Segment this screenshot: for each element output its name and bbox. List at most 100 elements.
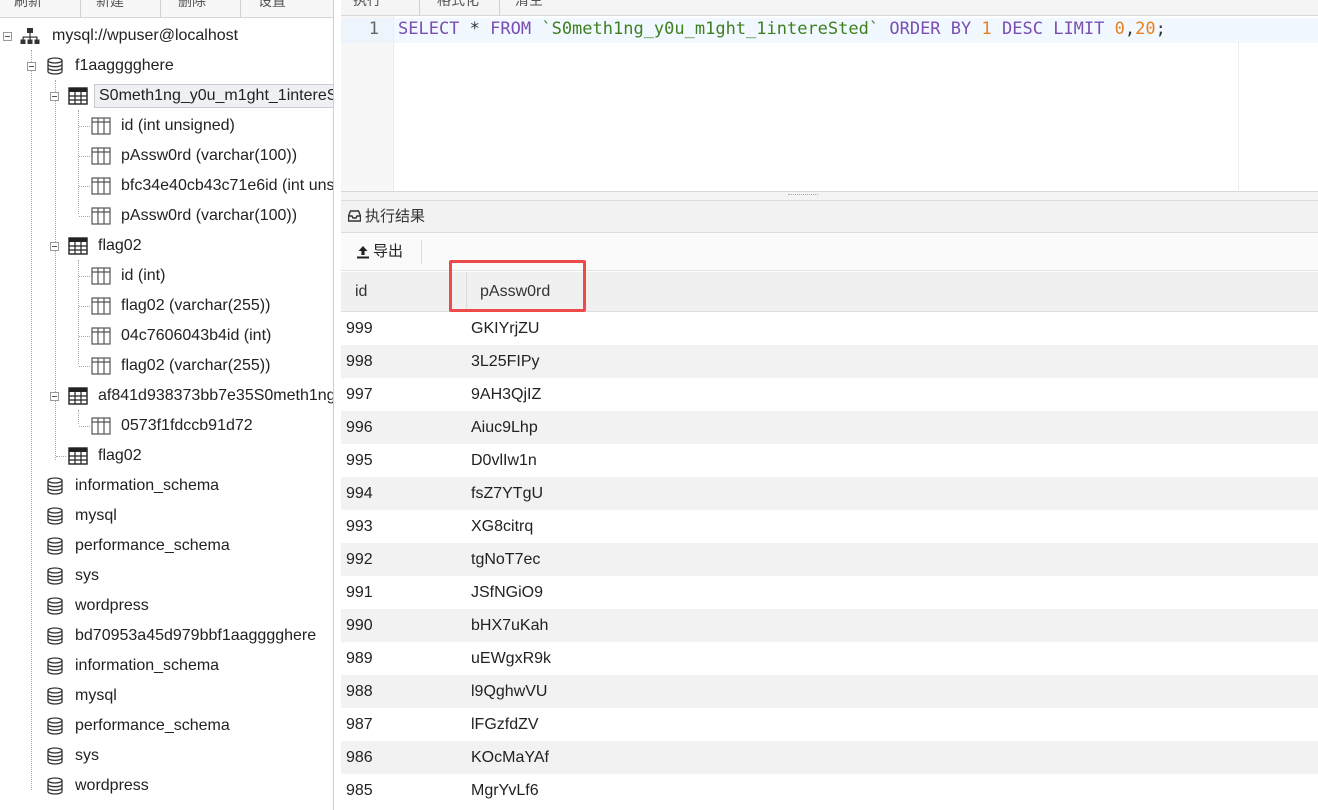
table-row[interactable]: 992 tgNoT7ec bbox=[341, 543, 1318, 576]
tree-node-database[interactable]: performance_schema bbox=[0, 531, 333, 561]
tree-node-column[interactable]: 0573f1fdccb91d72 bbox=[0, 411, 333, 441]
tree-node-database[interactable]: mysql bbox=[0, 501, 333, 531]
column-icon bbox=[91, 117, 111, 135]
collapse-icon[interactable] bbox=[3, 32, 12, 41]
collapse-icon[interactable] bbox=[27, 62, 36, 71]
column-label: id (int) bbox=[121, 267, 166, 284]
table-row[interactable]: 988 l9QghwVU bbox=[341, 675, 1318, 708]
new-button[interactable]: 新建 bbox=[96, 0, 124, 11]
collapse-icon[interactable] bbox=[50, 392, 59, 401]
tree-node-database[interactable]: information_schema bbox=[0, 471, 333, 501]
new-label: 新建 bbox=[96, 0, 124, 9]
table-row[interactable]: 987 lFGzfdZV bbox=[341, 708, 1318, 741]
database-label: mysql bbox=[75, 507, 117, 524]
cell-id: 992 bbox=[346, 551, 373, 568]
splitter-grip-icon[interactable] bbox=[788, 194, 818, 195]
sql-editor[interactable]: 执行 格式化 清空 1 SELECT * FROM `S0meth1ng_y0u… bbox=[341, 0, 1318, 192]
tree-node-database[interactable]: bd70953a45d979bbf1aagggghere bbox=[0, 621, 333, 651]
tree-node-column[interactable]: id (int unsigned) bbox=[0, 111, 333, 141]
cell-id: 993 bbox=[346, 518, 373, 535]
cell-password: D0vlIw1n bbox=[471, 452, 537, 469]
tree-node-table[interactable]: flag02 bbox=[0, 231, 333, 261]
table-row[interactable]: 994 fsZ7YTgU bbox=[341, 477, 1318, 510]
column-icon bbox=[91, 327, 111, 345]
tree-node-database[interactable]: sys bbox=[0, 741, 333, 771]
toolbar-divider bbox=[80, 0, 81, 17]
cell-password: Aiuc9Lhp bbox=[471, 419, 538, 436]
refresh-button[interactable]: 刷新 bbox=[14, 0, 42, 11]
tree-node-database[interactable]: wordpress bbox=[0, 771, 333, 801]
tree-node-column[interactable]: 04c7606043b4id (int) bbox=[0, 321, 333, 351]
table-row[interactable]: 990 bHX7uKah bbox=[341, 609, 1318, 642]
tree-node-database[interactable]: performance_schema bbox=[0, 711, 333, 741]
table-row[interactable]: 993 XG8citrq bbox=[341, 510, 1318, 543]
column-icon bbox=[91, 177, 111, 195]
execute-button[interactable]: 执行 bbox=[353, 0, 381, 10]
tree-node-column[interactable]: id (int) bbox=[0, 261, 333, 291]
tree-node-table[interactable]: flag02 bbox=[0, 441, 333, 471]
cell-id: 990 bbox=[346, 617, 373, 634]
column-icon bbox=[91, 147, 111, 165]
collapse-icon[interactable] bbox=[50, 92, 59, 101]
table-row[interactable]: 986 KOcMaYAf bbox=[341, 741, 1318, 774]
cell-password: lFGzfdZV bbox=[471, 716, 539, 733]
refresh-label: 刷新 bbox=[14, 0, 42, 9]
tree-node-column[interactable]: pAssw0rd (varchar(100)) bbox=[0, 201, 333, 231]
table-row[interactable]: 995 D0vlIw1n bbox=[341, 444, 1318, 477]
tree-node-column[interactable]: flag02 (varchar(255)) bbox=[0, 351, 333, 381]
cell-password: l9QghwVU bbox=[471, 683, 548, 700]
clear-button[interactable]: 清空 bbox=[515, 0, 543, 10]
cell-password: GKIYrjZU bbox=[471, 320, 540, 337]
table-row[interactable]: 989 uEWgxR9k bbox=[341, 642, 1318, 675]
delete-button[interactable]: 删除 bbox=[178, 0, 206, 11]
table-label: S0meth1ng_y0u_m1ght_1intereSted bbox=[94, 84, 333, 108]
database-label: sys bbox=[75, 747, 99, 764]
tree-node-database[interactable]: mysql bbox=[0, 681, 333, 711]
tree-node-table-selected[interactable]: S0meth1ng_y0u_m1ght_1intereSted bbox=[0, 81, 333, 111]
column-label: 0573f1fdccb91d72 bbox=[121, 417, 253, 434]
database-label: mysql bbox=[75, 687, 117, 704]
sql-keyword: ORDER BY bbox=[889, 19, 972, 39]
column-header-id[interactable]: id bbox=[355, 272, 367, 312]
tree-node-table[interactable]: af841d938373bb7e35S0meth1ng_y0u_m1ght_1i… bbox=[0, 381, 333, 411]
cell-password: uEWgxR9k bbox=[471, 650, 552, 667]
column-icon bbox=[91, 267, 111, 285]
tree-node-database[interactable]: sys bbox=[0, 561, 333, 591]
format-label: 格式化 bbox=[437, 0, 479, 8]
format-button[interactable]: 格式化 bbox=[437, 0, 479, 10]
tree-node-column[interactable]: flag02 (varchar(255)) bbox=[0, 291, 333, 321]
database-icon bbox=[47, 747, 63, 765]
collapse-icon[interactable] bbox=[50, 242, 59, 251]
table-row[interactable]: 997 9AH3QjIZ bbox=[341, 378, 1318, 411]
column-header-password[interactable]: pAssw0rd bbox=[480, 272, 550, 312]
connection-label: mysql://wpuser@localhost bbox=[52, 27, 239, 44]
results-grid: id pAssw0rd 999 GKIYrjZU 998 3L25FIPy 997 9… bbox=[341, 272, 1318, 810]
database-label: bd70953a45d979bbf1aagggghere bbox=[75, 627, 317, 644]
tree-node-database[interactable]: wordpress bbox=[0, 591, 333, 621]
tree-node-connection[interactable]: mysql://wpuser@localhost bbox=[0, 21, 333, 51]
settings-button[interactable]: 设置 bbox=[258, 0, 286, 11]
sql-code-line[interactable]: SELECT * FROM `S0meth1ng_y0u_m1ght_1inte… bbox=[398, 19, 1166, 39]
table-row[interactable]: 996 Aiuc9Lhp bbox=[341, 411, 1318, 444]
table-row[interactable]: 999 GKIYrjZU bbox=[341, 312, 1318, 345]
table-icon bbox=[68, 87, 88, 105]
tree-node-column[interactable]: pAssw0rd (varchar(100)) bbox=[0, 141, 333, 171]
sql-number: 1 bbox=[981, 19, 992, 39]
tree-node-column[interactable]: bfc34e40cb43c71e6id (int unsigned) bbox=[0, 171, 334, 201]
sql-number: 20 bbox=[1135, 19, 1156, 39]
tree-node-database[interactable]: information_schema bbox=[0, 651, 333, 681]
tree-node-database[interactable]: f1aagggghere bbox=[0, 51, 333, 81]
column-label: bfc34e40cb43c71e6id (int unsigned) bbox=[121, 177, 334, 194]
editor-toolbar: 执行 格式化 清空 bbox=[341, 0, 1318, 16]
cell-password: 3L25FIPy bbox=[471, 353, 540, 370]
cell-password: JSfNGiO9 bbox=[471, 584, 544, 601]
panel-splitter[interactable] bbox=[341, 192, 1318, 200]
delete-label: 删除 bbox=[178, 0, 206, 9]
table-row[interactable]: 998 3L25FIPy bbox=[341, 345, 1318, 378]
table-row[interactable]: 991 JSfNGiO9 bbox=[341, 576, 1318, 609]
export-button[interactable]: 导出 bbox=[351, 239, 423, 265]
table-row[interactable]: 985 MgrYvLf6 bbox=[341, 774, 1318, 807]
column-resize-handle[interactable] bbox=[466, 272, 467, 312]
